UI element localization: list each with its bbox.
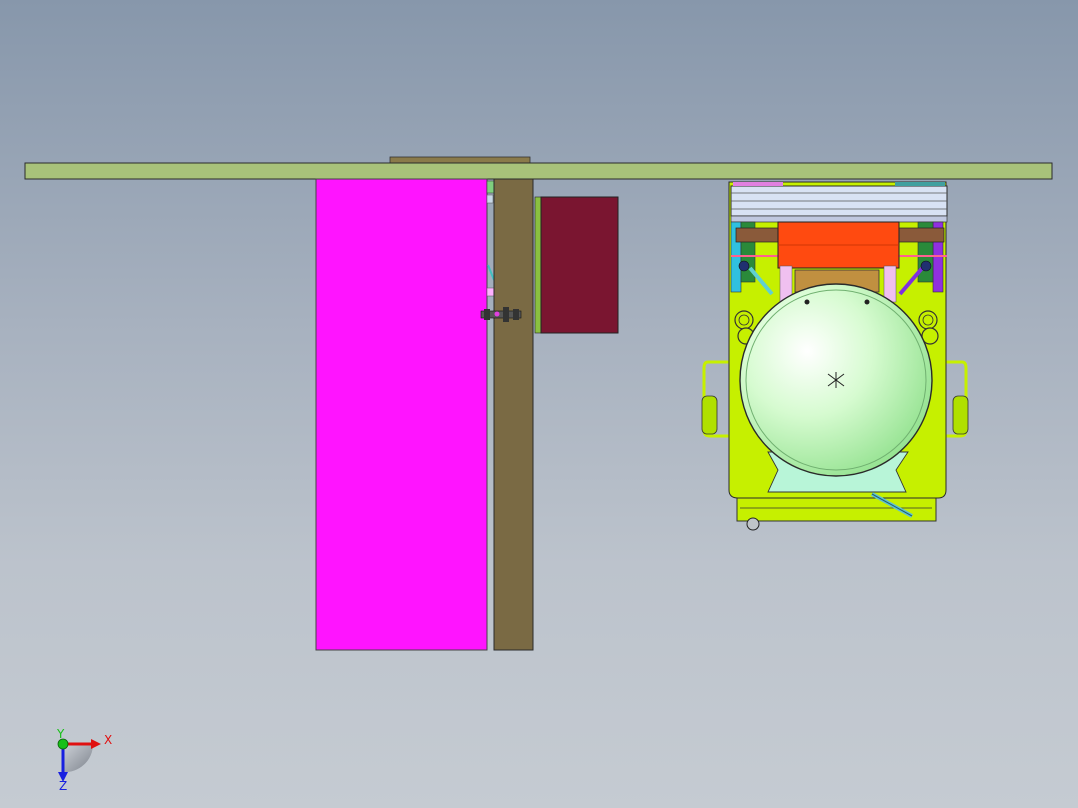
cad-viewport[interactable]: X Y Z [0, 0, 1078, 808]
x-axis-label: X [104, 733, 112, 747]
top-plate-assembly[interactable] [24, 156, 1053, 180]
vertical-post[interactable] [493, 178, 534, 651]
magenta-panel[interactable] [315, 178, 488, 651]
machine-assembly[interactable] [701, 181, 969, 531]
right-brown-block [897, 227, 945, 243]
y-axis-label: Y [56, 727, 65, 741]
z-axis-label: Z [59, 779, 67, 793]
maroon-box[interactable] [534, 196, 619, 334]
caster-wheel [746, 517, 760, 531]
top-plate[interactable] [24, 162, 1053, 180]
right-grip [952, 395, 969, 435]
left-brown-block [735, 227, 781, 243]
left-grip [701, 395, 718, 435]
orientation-triad: X Y Z [56, 727, 112, 793]
